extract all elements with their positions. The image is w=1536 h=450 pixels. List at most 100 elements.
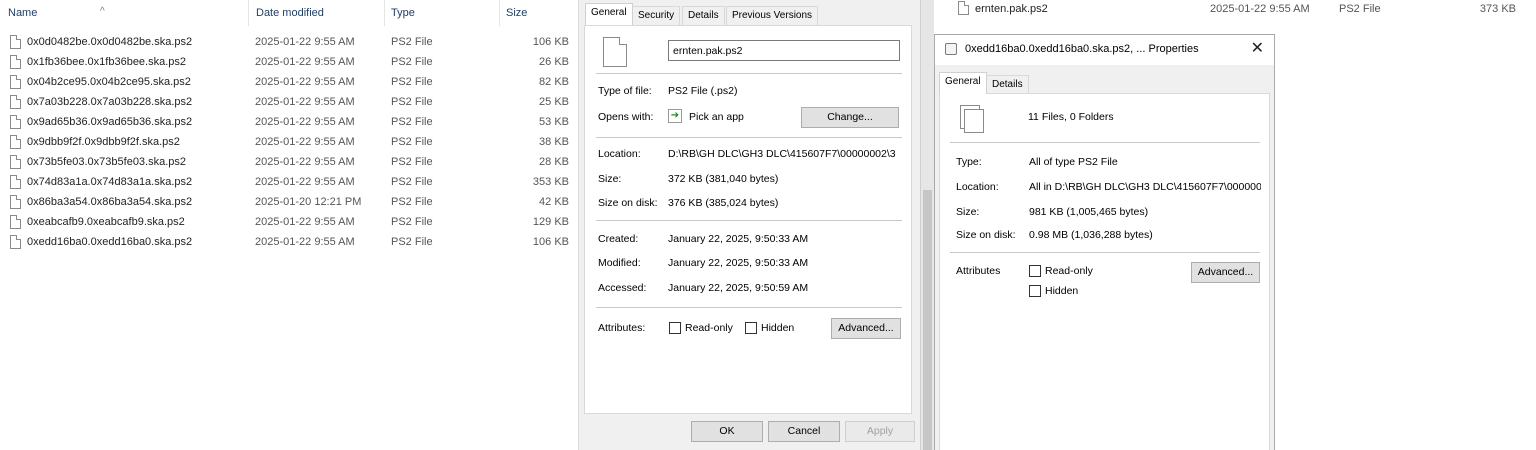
size-value: 981 KB (1,005,465 bytes) [1029,206,1149,218]
file-list-pane: Name ^ Date modified Type Size 0x0d0482b… [0,0,578,450]
multi-file-properties-dialog: 0xedd16ba0.0xedd16ba0.ska.ps2, ... Prope… [934,34,1275,450]
tab-general[interactable]: General [585,3,633,25]
column-divider[interactable] [499,0,500,26]
advanced-button[interactable]: Advanced... [831,318,901,339]
file-type: PS2 File [391,96,433,108]
divider [950,252,1260,253]
dialog1-tabs: General Security Details Previous Versio… [585,3,915,25]
table-row[interactable]: 0x0d0482be.0x0d0482be.ska.ps2 2025-01-22 … [0,32,578,52]
hidden-checkbox[interactable] [745,322,757,334]
file-name: 0x04b2ce95.0x04b2ce95.ska.ps2 [27,76,191,88]
file-icon [10,35,21,49]
file-size: 53 KB [539,116,569,128]
readonly-checkbox[interactable] [1029,265,1041,277]
column-divider[interactable] [384,0,385,26]
created-label: Created: [598,233,639,245]
table-row[interactable]: 0x1fb36bee.0x1fb36bee.ska.ps2 2025-01-22 … [0,52,578,72]
file-date: 2025-01-22 9:55 AM [255,156,355,168]
table-row[interactable]: 0x9dbb9f2f.0x9dbb9f2f.ska.ps2 2025-01-22 … [0,132,578,152]
dialog2-general-panel: 11 Files, 0 Folders Type: All of type PS… [939,93,1270,450]
file-name: 0x0d0482be.0x0d0482be.ska.ps2 [27,36,193,48]
file-date: 2025-01-22 9:55 AM [255,36,355,48]
file-size: 106 KB [532,236,569,248]
table-row[interactable]: 0xedd16ba0.0xedd16ba0.ska.ps2 2025-01-22 … [0,232,578,252]
readonly-label: Read-only [1045,265,1093,277]
tab-details[interactable]: Details [682,6,725,25]
change-button[interactable]: Change... [801,107,899,128]
location-value: D:\RB\GH DLC\GH3 DLC\415607F7\00000002\3 [668,148,896,160]
dialog1-scrollbar[interactable] [920,0,934,450]
modified-label: Modified: [598,257,641,269]
top-row-name[interactable]: ernten.pak.ps2 [975,3,1048,15]
close-icon[interactable]: ✕ [1251,39,1264,59]
file-name: 0x74d83a1a.0x74d83a1a.ska.ps2 [27,176,193,188]
location-value: All in D:\RB\GH DLC\GH3 DLC\415607F7\000… [1029,181,1261,193]
file-size: 42 KB [539,196,569,208]
file-size: 28 KB [539,156,569,168]
properties-icon [945,43,957,55]
advanced-button[interactable]: Advanced... [1191,262,1260,283]
dialog2-titlebar[interactable]: 0xedd16ba0.0xedd16ba0.ska.ps2, ... Prope… [935,35,1274,65]
table-row[interactable]: 0x73b5fe03.0x73b5fe03.ska.ps2 2025-01-22 … [0,152,578,172]
created-value: January 22, 2025, 9:50:33 AM [668,233,809,245]
table-row[interactable]: 0x74d83a1a.0x74d83a1a.ska.ps2 2025-01-22 … [0,172,578,192]
table-row[interactable]: 0xeabcafb9.0xeabcafb9.ska.ps2 2025-01-22 … [0,212,578,232]
tab-general[interactable]: General [939,72,987,94]
tab-details[interactable]: Details [986,75,1029,94]
scrollbar-thumb[interactable] [923,190,932,450]
readonly-checkbox[interactable] [669,322,681,334]
file-name: 0xeabcafb9.0xeabcafb9.ska.ps2 [27,216,185,228]
type-of-file-label: Type of file: [598,85,652,97]
file-name: 0x86ba3a54.0x86ba3a54.ska.ps2 [27,196,193,208]
tab-security[interactable]: Security [632,6,681,25]
ok-button[interactable]: OK [691,421,763,442]
column-header-date[interactable]: Date modified [256,7,324,19]
file-date: 2025-01-22 9:55 AM [255,96,355,108]
column-header-name[interactable]: Name ^ [8,6,105,19]
selection-summary: 11 Files, 0 Folders [1028,111,1114,123]
file-type: PS2 File [391,76,433,88]
column-header-size[interactable]: Size [506,7,527,19]
divider [596,307,902,308]
file-type: PS2 File [391,196,433,208]
size-label: Size: [956,206,980,218]
file-date: 2025-01-22 9:55 AM [255,176,355,188]
file-name: 0x73b5fe03.0x73b5fe03.ska.ps2 [27,156,187,168]
filename-input[interactable]: ernten.pak.ps2 [668,40,900,61]
file-size: 129 KB [532,216,569,228]
hidden-checkbox[interactable] [1029,285,1041,297]
file-date: 2025-01-22 9:55 AM [255,136,355,148]
size-on-disk-value: 0.98 MB (1,036,288 bytes) [1029,229,1153,241]
file-size: 26 KB [539,56,569,68]
divider [596,137,902,138]
dialog2-tabs: General Details [939,72,1139,94]
table-row[interactable]: 0x04b2ce95.0x04b2ce95.ska.ps2 2025-01-22 … [0,72,578,92]
file-type: PS2 File [391,176,433,188]
file-icon [10,115,21,129]
file-icon [958,1,969,15]
sort-ascending-icon: ^ [100,6,105,17]
pick-app-icon: ➔ [668,109,682,123]
file-type: PS2 File [391,136,433,148]
size-on-disk-label: Size on disk: [956,229,1016,241]
file-properties-dialog: General Security Details Previous Versio… [578,0,920,450]
apply-button[interactable]: Apply [845,421,915,442]
file-date: 2025-01-20 12:21 PM [255,196,362,208]
file-name: 0x9dbb9f2f.0x9dbb9f2f.ska.ps2 [27,136,180,148]
file-name: 0xedd16ba0.0xedd16ba0.ska.ps2 [27,236,193,248]
opens-with-value: Pick an app [689,111,744,123]
tab-previous-versions[interactable]: Previous Versions [726,6,819,25]
file-icon [10,235,21,249]
cancel-button[interactable]: Cancel [768,421,840,442]
divider [950,142,1260,143]
table-row[interactable]: 0x86ba3a54.0x86ba3a54.ska.ps2 2025-01-20 … [0,192,578,212]
file-type: PS2 File [391,56,433,68]
top-row-type: PS2 File [1339,3,1381,15]
file-icon [603,37,627,67]
file-icon [10,55,21,69]
table-row[interactable]: 0x7a03b228.0x7a03b228.ska.ps2 2025-01-22 … [0,92,578,112]
column-divider[interactable] [248,0,249,26]
table-row[interactable]: 0x9ad65b36.0x9ad65b36.ska.ps2 2025-01-22 … [0,112,578,132]
column-header-type[interactable]: Type [391,7,415,19]
file-type: PS2 File [391,36,433,48]
